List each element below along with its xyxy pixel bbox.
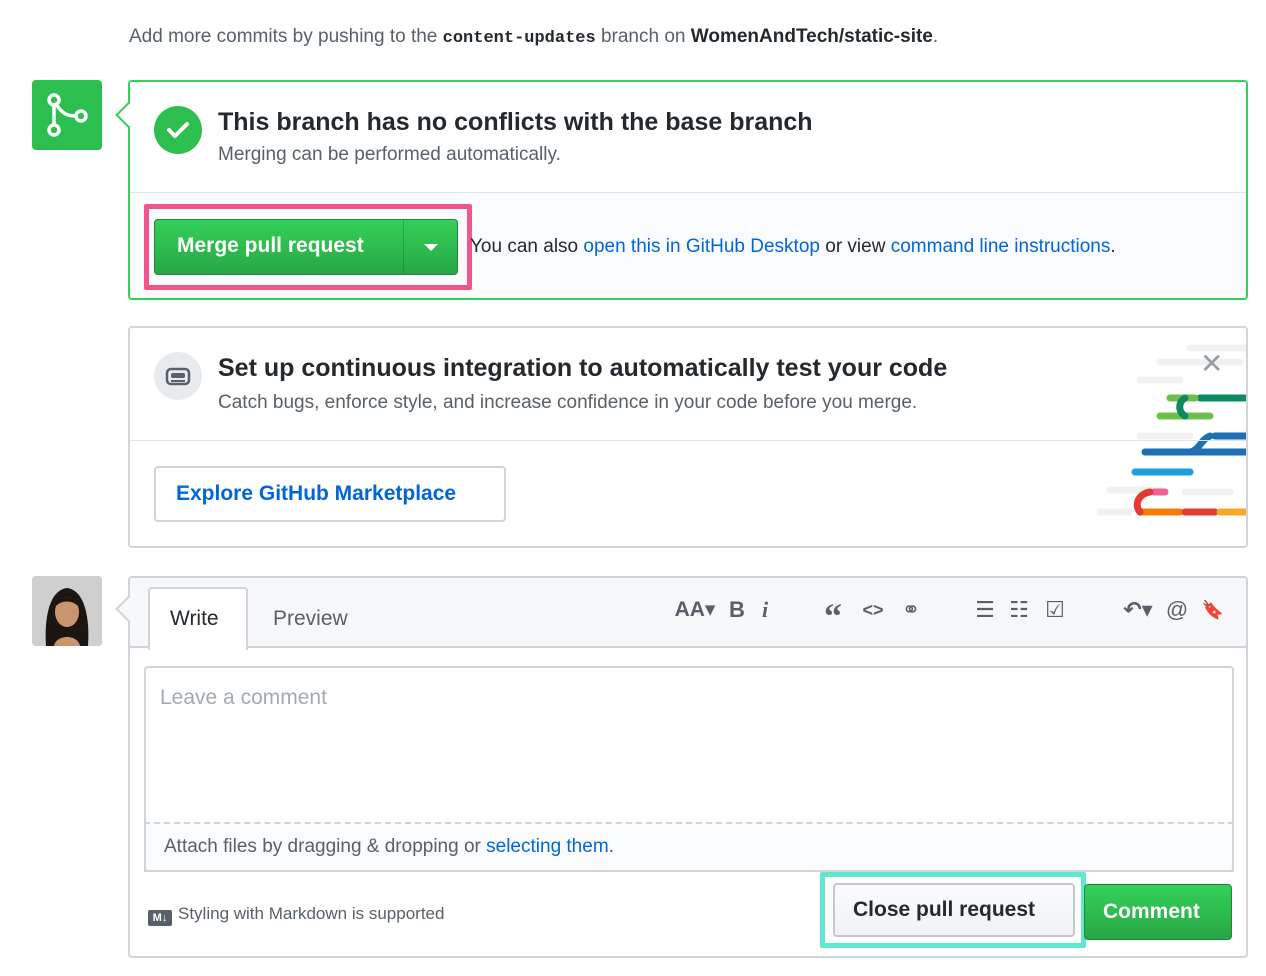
merge-actions: Merge pull request You can also open thi…: [130, 192, 1246, 298]
branch-name: content-updates: [442, 29, 596, 48]
push-commits-note: Add more commits by pushing to the conte…: [129, 26, 939, 48]
quote-icon[interactable]: “: [818, 594, 848, 636]
bookmark-icon[interactable]: 🔖: [1196, 594, 1230, 626]
markdown-note: M↓ Styling with Markdown is supported: [148, 904, 444, 926]
command-line-instructions-link[interactable]: command line instructions: [891, 236, 1111, 257]
merge-icon: [32, 80, 102, 150]
merge-status-title: This branch has no conflicts with the ba…: [218, 108, 813, 136]
numbered-list-icon[interactable]: ☷: [1004, 594, 1034, 626]
comment-placeholder: Leave a comment: [160, 686, 327, 709]
comment-button[interactable]: Comment: [1084, 884, 1232, 940]
code-icon[interactable]: <>: [856, 594, 890, 626]
select-files-link[interactable]: selecting them: [486, 836, 609, 857]
task-list-icon[interactable]: ☑: [1038, 594, 1072, 626]
ci-robot-icon: [154, 352, 202, 400]
repo-name: WomenAndTech/static-site: [690, 26, 933, 47]
ci-title: Set up continuous integration to automat…: [218, 354, 948, 382]
check-icon: [154, 106, 202, 154]
explore-marketplace-button[interactable]: Explore GitHub Marketplace: [154, 466, 506, 522]
mention-icon[interactable]: @: [1162, 594, 1192, 626]
merge-status-subtitle: Merging can be performed automatically.: [218, 144, 561, 165]
alternative-merge-text: You can also open this in GitHub Desktop…: [470, 236, 1116, 257]
avatar: [32, 576, 102, 646]
comment-form: Write Preview AA▾ B i “ <> ⚭ ☰ ☷ ☑ ↶▾ @ …: [115, 576, 1248, 958]
open-in-desktop-link[interactable]: open this in GitHub Desktop: [583, 236, 820, 257]
merge-pull-request-button[interactable]: Merge pull request: [154, 219, 458, 275]
link-icon[interactable]: ⚭: [894, 594, 928, 626]
close-pull-request-button[interactable]: Close pull request: [833, 883, 1075, 937]
merge-options-caret-icon[interactable]: [424, 244, 438, 251]
italic-icon[interactable]: i: [752, 594, 778, 626]
dismiss-ci-close-icon[interactable]: ✕: [1200, 350, 1223, 378]
bulleted-list-icon[interactable]: ☰: [970, 594, 1000, 626]
reply-icon[interactable]: ↶▾: [1118, 594, 1158, 626]
ci-setup-box: Set up continuous integration to automat…: [128, 326, 1248, 548]
attach-files-bar[interactable]: Attach files by dragging & dropping or s…: [144, 822, 1234, 872]
merge-button-label: Merge pull request: [177, 234, 364, 257]
tab-preview[interactable]: Preview: [273, 607, 348, 631]
comment-tabbar: Write Preview AA▾ B i “ <> ⚭ ☰ ☷ ☑ ↶▾ @ …: [130, 578, 1246, 650]
markdown-icon: M↓: [148, 910, 172, 926]
tab-write[interactable]: Write: [148, 587, 248, 650]
merge-status-box: This branch has no conflicts with the ba…: [115, 80, 1248, 300]
ci-subtitle: Catch bugs, enforce style, and increase …: [218, 392, 918, 413]
bold-icon[interactable]: B: [724, 594, 750, 626]
header-text-icon[interactable]: AA▾: [670, 594, 720, 626]
